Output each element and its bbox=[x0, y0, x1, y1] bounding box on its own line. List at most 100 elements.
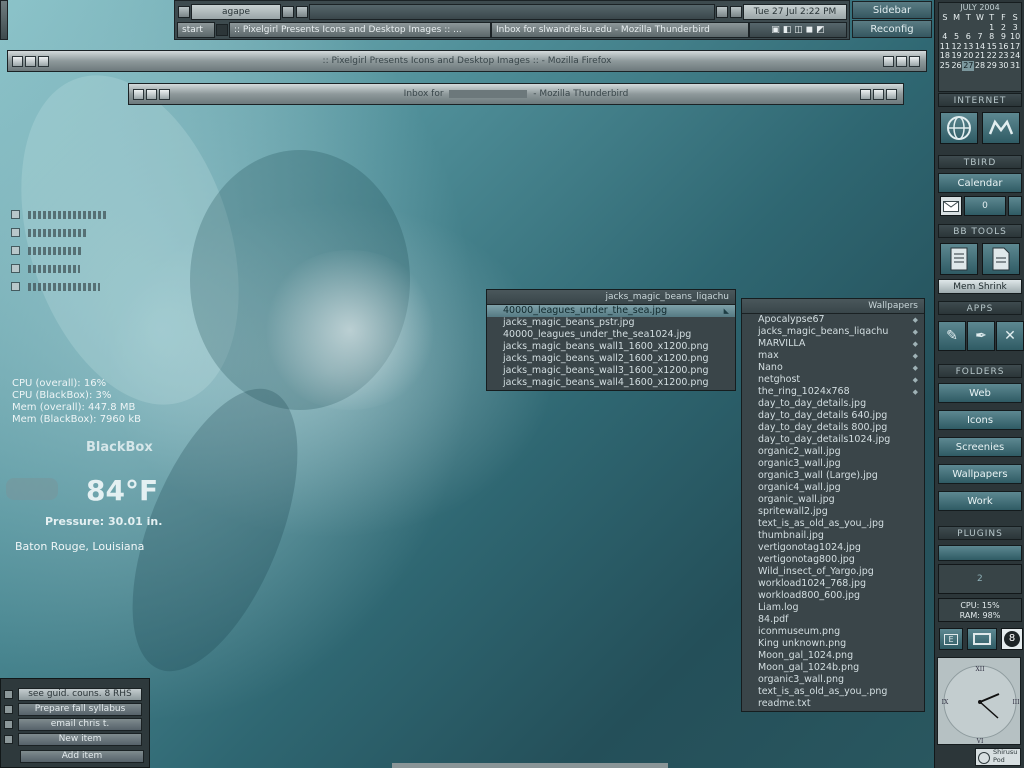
calendar-day[interactable]: 30 bbox=[998, 61, 1010, 71]
window-next-button[interactable] bbox=[730, 5, 742, 18]
window-shade-button[interactable] bbox=[159, 88, 170, 100]
calendar-day[interactable]: 6 bbox=[962, 32, 974, 42]
calendar-day[interactable]: 14 bbox=[974, 42, 986, 52]
submenu-item[interactable]: max ◆ bbox=[742, 350, 924, 362]
window-prev-button[interactable] bbox=[716, 5, 728, 18]
sidebar-button[interactable]: Sidebar bbox=[852, 1, 932, 19]
calendar-day[interactable]: 2 bbox=[998, 23, 1010, 33]
calendar-day[interactable]: 15 bbox=[986, 42, 998, 52]
left-edge-tab[interactable] bbox=[0, 0, 8, 40]
menu-item[interactable]: jacks_magic_beans_wall1_1600_x1200.png bbox=[487, 341, 735, 353]
todo-checkbox[interactable] bbox=[4, 705, 13, 714]
bottom-edge-bar[interactable] bbox=[392, 763, 668, 768]
start-button[interactable]: start bbox=[177, 21, 215, 38]
bbtool-1[interactable] bbox=[940, 243, 978, 275]
calendar-day[interactable]: 5 bbox=[951, 32, 963, 42]
folder-wallpapers[interactable]: Wallpapers bbox=[938, 464, 1022, 484]
bbtool-2[interactable] bbox=[982, 243, 1020, 275]
add-item-button[interactable]: Add item bbox=[20, 750, 144, 763]
mail-launcher[interactable] bbox=[982, 112, 1020, 144]
file-item[interactable]: organic2_wall.jpg bbox=[742, 446, 924, 458]
todo-item[interactable]: Prepare fall syllabus bbox=[4, 703, 142, 716]
calendar-day[interactable]: 4 bbox=[939, 32, 951, 42]
file-item[interactable]: King unknown.png bbox=[742, 638, 924, 650]
file-item[interactable]: organic3_wall.jpg bbox=[742, 458, 924, 470]
calendar-day[interactable]: 12 bbox=[951, 42, 963, 52]
menu-item[interactable]: jacks_magic_beans_wall2_1600_x1200.png bbox=[487, 353, 735, 365]
file-item[interactable]: text_is_as_old_as_you_.jpg bbox=[742, 518, 924, 530]
tray-icon[interactable]: ◧ bbox=[783, 25, 792, 35]
file-item[interactable]: workload800_600.jpg bbox=[742, 590, 924, 602]
taskbar-clock[interactable]: Tue 27 Jul 2:22 PM bbox=[743, 3, 847, 20]
folder-web[interactable]: Web bbox=[938, 383, 1022, 403]
e-button[interactable]: E bbox=[939, 628, 963, 650]
file-item[interactable]: Moon_gal_1024b.png bbox=[742, 662, 924, 674]
app-launcher[interactable]: ✒ bbox=[967, 321, 995, 351]
workspace-next-button[interactable] bbox=[296, 5, 308, 18]
window-shade-button[interactable] bbox=[38, 55, 49, 67]
menu-item[interactable]: 40000_leagues_under_the_sea1024.jpg bbox=[487, 329, 735, 341]
calendar-day[interactable]: 8 bbox=[986, 32, 998, 42]
mail-count[interactable]: 0 bbox=[964, 196, 1006, 216]
calendar-day[interactable]: 21 bbox=[974, 51, 986, 61]
calendar-day[interactable]: 26 bbox=[951, 61, 963, 71]
app-launcher[interactable]: ✎ bbox=[938, 321, 966, 351]
calendar-day[interactable]: 13 bbox=[962, 42, 974, 52]
plugin-slot[interactable] bbox=[938, 545, 1022, 561]
submenu-item[interactable]: Apocalypse67 ◆ bbox=[742, 314, 924, 326]
file-item[interactable]: iconmuseum.png bbox=[742, 626, 924, 638]
file-item[interactable]: day_to_day_details1024.jpg bbox=[742, 434, 924, 446]
workspace-prev-button[interactable] bbox=[178, 5, 190, 18]
calendar-day[interactable]: 28 bbox=[974, 61, 986, 71]
submenu-item[interactable]: netghost ◆ bbox=[742, 374, 924, 386]
calendar-day[interactable]: 17 bbox=[1009, 42, 1021, 52]
file-item[interactable]: organic_wall.jpg bbox=[742, 494, 924, 506]
browser-launcher[interactable] bbox=[940, 112, 978, 144]
calendar-day[interactable]: 22 bbox=[986, 51, 998, 61]
menu-item[interactable]: jacks_magic_beans_wall4_1600_x1200.png bbox=[487, 377, 735, 389]
todo-checkbox[interactable] bbox=[4, 720, 13, 729]
desktop-icon[interactable] bbox=[11, 282, 100, 291]
tray-icon[interactable]: ◩ bbox=[816, 25, 825, 35]
mem-shrink-button[interactable]: Mem Shrink bbox=[938, 279, 1022, 294]
todo-text[interactable]: email chris t. bbox=[18, 718, 142, 731]
window-menu-button[interactable] bbox=[12, 55, 23, 67]
file-item[interactable]: workload1024_768.jpg bbox=[742, 578, 924, 590]
window-stick-button[interactable] bbox=[146, 88, 157, 100]
workspace-back-button[interactable] bbox=[282, 5, 294, 18]
todo-item[interactable]: email chris t. bbox=[4, 718, 142, 731]
tray-icon[interactable]: ▣ bbox=[771, 25, 780, 35]
todo-checkbox[interactable] bbox=[4, 690, 13, 699]
calendar-day[interactable]: 18 bbox=[939, 51, 951, 61]
thunderbird-window-titlebar[interactable]: Inbox for - Mozilla Thunderbird bbox=[128, 83, 904, 105]
file-item[interactable]: Wild_insect_of_Yargo.jpg bbox=[742, 566, 924, 578]
maximize-button[interactable] bbox=[873, 88, 884, 100]
file-item[interactable]: Liam.log bbox=[742, 602, 924, 614]
menu-item[interactable]: jacks_magic_beans_pstr.jpg bbox=[487, 317, 735, 329]
calendar-day[interactable]: 16 bbox=[998, 42, 1010, 52]
calendar-day[interactable]: 10 bbox=[1009, 32, 1021, 42]
start-icon[interactable] bbox=[216, 23, 228, 36]
maximize-button[interactable] bbox=[896, 55, 907, 67]
calendar-day[interactable]: 1 bbox=[986, 23, 998, 33]
file-item[interactable]: day_to_day_details 640.jpg bbox=[742, 410, 924, 422]
todo-text[interactable]: see guid. couns. 8 RHS bbox=[18, 688, 142, 701]
file-item[interactable]: vertigonotag1024.jpg bbox=[742, 542, 924, 554]
file-item[interactable]: day_to_day_details.jpg bbox=[742, 398, 924, 410]
close-button[interactable] bbox=[909, 55, 920, 67]
folder-work[interactable]: Work bbox=[938, 491, 1022, 511]
monitor-icon[interactable] bbox=[967, 628, 997, 650]
menu-item[interactable]: jacks_magic_beans_wall3_1600_x1200.png bbox=[487, 365, 735, 377]
file-item[interactable]: organic4_wall.jpg bbox=[742, 482, 924, 494]
calendar-day[interactable]: 25 bbox=[939, 61, 951, 71]
eight-ball-icon[interactable]: 8 bbox=[1001, 628, 1023, 650]
folder-icons[interactable]: Icons bbox=[938, 410, 1022, 430]
todo-text[interactable]: Prepare fall syllabus bbox=[18, 703, 142, 716]
pod-badge[interactable]: Shirusu Pod bbox=[975, 748, 1021, 766]
calendar-day[interactable]: 23 bbox=[998, 51, 1010, 61]
menu-item[interactable]: 40000_leagues_under_the_sea.jpg ◣ bbox=[487, 305, 735, 317]
file-item[interactable]: day_to_day_details 800.jpg bbox=[742, 422, 924, 434]
file-item[interactable]: text_is_as_old_as_you_.png bbox=[742, 686, 924, 698]
todo-text[interactable]: New item bbox=[18, 733, 142, 746]
envelope-icon[interactable] bbox=[940, 196, 962, 216]
